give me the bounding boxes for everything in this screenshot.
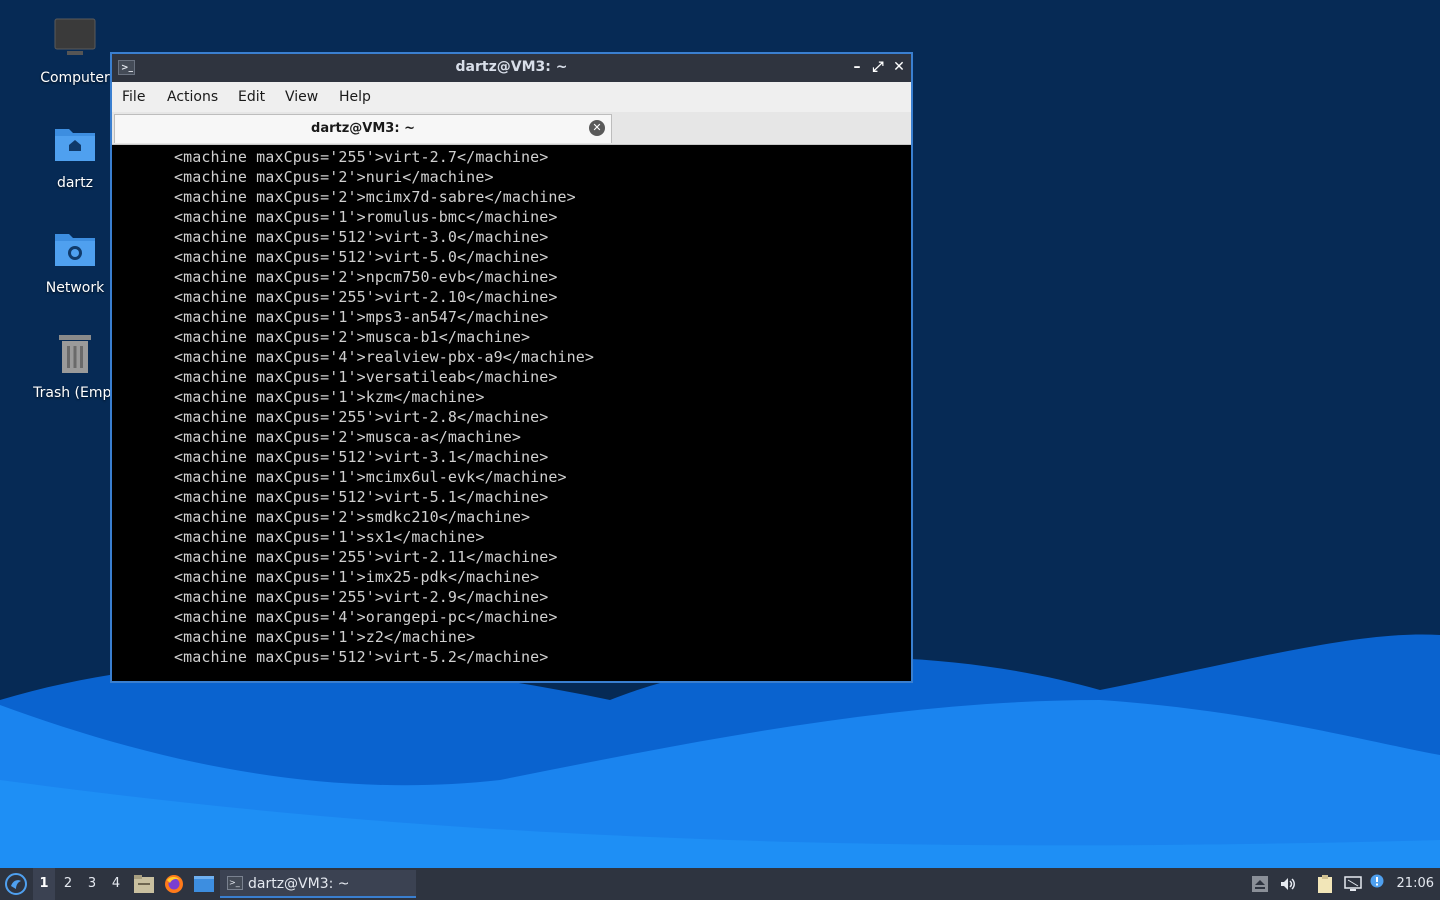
terminal-line: <machine maxCpus='255'>virt-2.7</machine… (174, 148, 549, 166)
maximize-button[interactable]: ⤢ (869, 58, 887, 76)
menu-edit[interactable]: Edit (238, 89, 265, 105)
file-manager-icon[interactable] (134, 875, 154, 893)
terminal-line: <machine maxCpus='255'>virt-2.11</machin… (174, 548, 558, 566)
start-menu-icon[interactable] (4, 872, 28, 896)
terminal-line: <machine maxCpus='1'>versatileab</machin… (174, 368, 558, 386)
clipboard-icon[interactable] (1316, 875, 1334, 893)
computer-icon (54, 18, 96, 55)
terminal-line: <machine maxCpus='2'>nuri</machine> (174, 168, 494, 186)
terminal-line: <machine maxCpus='2'>musca-b1</machine> (174, 328, 531, 346)
trash-icon (59, 335, 91, 373)
terminal-line: <machine maxCpus='512'>virt-3.0</machine… (174, 228, 549, 246)
workspace-3[interactable]: 3 (81, 868, 103, 900)
clock: 21:06 (1396, 876, 1434, 891)
show-desktop-icon[interactable] (194, 876, 214, 892)
terminal-line: <machine maxCpus='1'>z2</machine> (174, 628, 476, 646)
terminal-line: <machine maxCpus='512'>virt-5.2</machine… (174, 648, 549, 666)
terminal-line: <machine maxCpus='1'>imx25-pdk</machine> (174, 568, 540, 586)
terminal-line: <machine maxCpus='512'>virt-5.0</machine… (174, 248, 549, 266)
network-status-icon[interactable] (1344, 876, 1362, 892)
minimize-button[interactable]: – (848, 58, 866, 76)
update-notifier-icon[interactable] (1370, 874, 1384, 888)
terminal-window: >_ dartz@VM3: ~ – ⤢ ✕ File Actions Edit … (110, 52, 913, 683)
volume-icon[interactable] (1280, 876, 1296, 892)
menu-actions[interactable]: Actions (167, 89, 218, 105)
taskbar: 1 2 3 4 >_ dartz@VM3: ~ 21:06 (0, 868, 1440, 900)
terminal-line: <machine maxCpus='4'>realview-pbx-a9</ma… (174, 348, 595, 366)
menu-help[interactable]: Help (339, 89, 371, 105)
taskbar-task-label: dartz@VM3: ~ (248, 876, 350, 892)
tab-title: dartz@VM3: ~ (311, 121, 415, 136)
window-titlebar[interactable]: >_ dartz@VM3: ~ – ⤢ ✕ (112, 54, 911, 82)
window-title: dartz@VM3: ~ (455, 59, 568, 75)
terminal-line: <machine maxCpus='255'>virt-2.10</machin… (174, 288, 558, 306)
terminal-line: <machine maxCpus='2'>mcimx7d-sabre</mach… (174, 188, 576, 206)
tab-close-icon[interactable]: ✕ (589, 120, 605, 136)
workspace-4[interactable]: 4 (105, 868, 127, 900)
terminal-output[interactable]: <machine maxCpus='255'>virt-2.7</machine… (115, 146, 908, 678)
terminal-line: <machine maxCpus='2'>smdkc210</machine> (174, 508, 531, 526)
firefox-icon[interactable] (164, 874, 184, 894)
terminal-line: <machine maxCpus='255'>virt-2.9</machine… (174, 588, 549, 606)
terminal-task-icon: >_ (227, 876, 243, 890)
network-folder-icon (55, 234, 95, 266)
terminal-line: <machine maxCpus='4'>orangepi-pc</machin… (174, 608, 558, 626)
tab-terminal[interactable]: dartz@VM3: ~ ✕ (114, 114, 612, 143)
menu-bar: File Actions Edit View Help (112, 82, 911, 112)
terminal-line: <machine maxCpus='512'>virt-3.1</machine… (174, 448, 549, 466)
terminal-line: <machine maxCpus='1'>romulus-bmc</machin… (174, 208, 558, 226)
menu-view[interactable]: View (285, 89, 318, 105)
menu-file[interactable]: File (122, 89, 145, 105)
terminal-line: <machine maxCpus='255'>virt-2.8</machine… (174, 408, 549, 426)
terminal-line: <machine maxCpus='2'>musca-a</machine> (174, 428, 521, 446)
terminal-line: <machine maxCpus='1'>kzm</machine> (174, 388, 485, 406)
home-folder-icon (55, 129, 95, 161)
terminal-line: <machine maxCpus='512'>virt-5.1</machine… (174, 488, 549, 506)
workspace-1[interactable]: 1 (33, 868, 55, 900)
tab-bar: dartz@VM3: ~ ✕ (112, 112, 911, 145)
taskbar-task-terminal[interactable]: >_ dartz@VM3: ~ (220, 870, 416, 898)
terminal-line: <machine maxCpus='1'>mcimx6ul-evk</machi… (174, 468, 567, 486)
terminal-line: <machine maxCpus='1'>sx1</machine> (174, 528, 485, 546)
terminal-line: <machine maxCpus='2'>npcm750-evb</machin… (174, 268, 558, 286)
eject-icon[interactable] (1252, 876, 1268, 892)
terminal-line: <machine maxCpus='1'>mps3-an547</machine… (174, 308, 549, 326)
workspace-2[interactable]: 2 (57, 868, 79, 900)
close-button[interactable]: ✕ (890, 58, 908, 76)
